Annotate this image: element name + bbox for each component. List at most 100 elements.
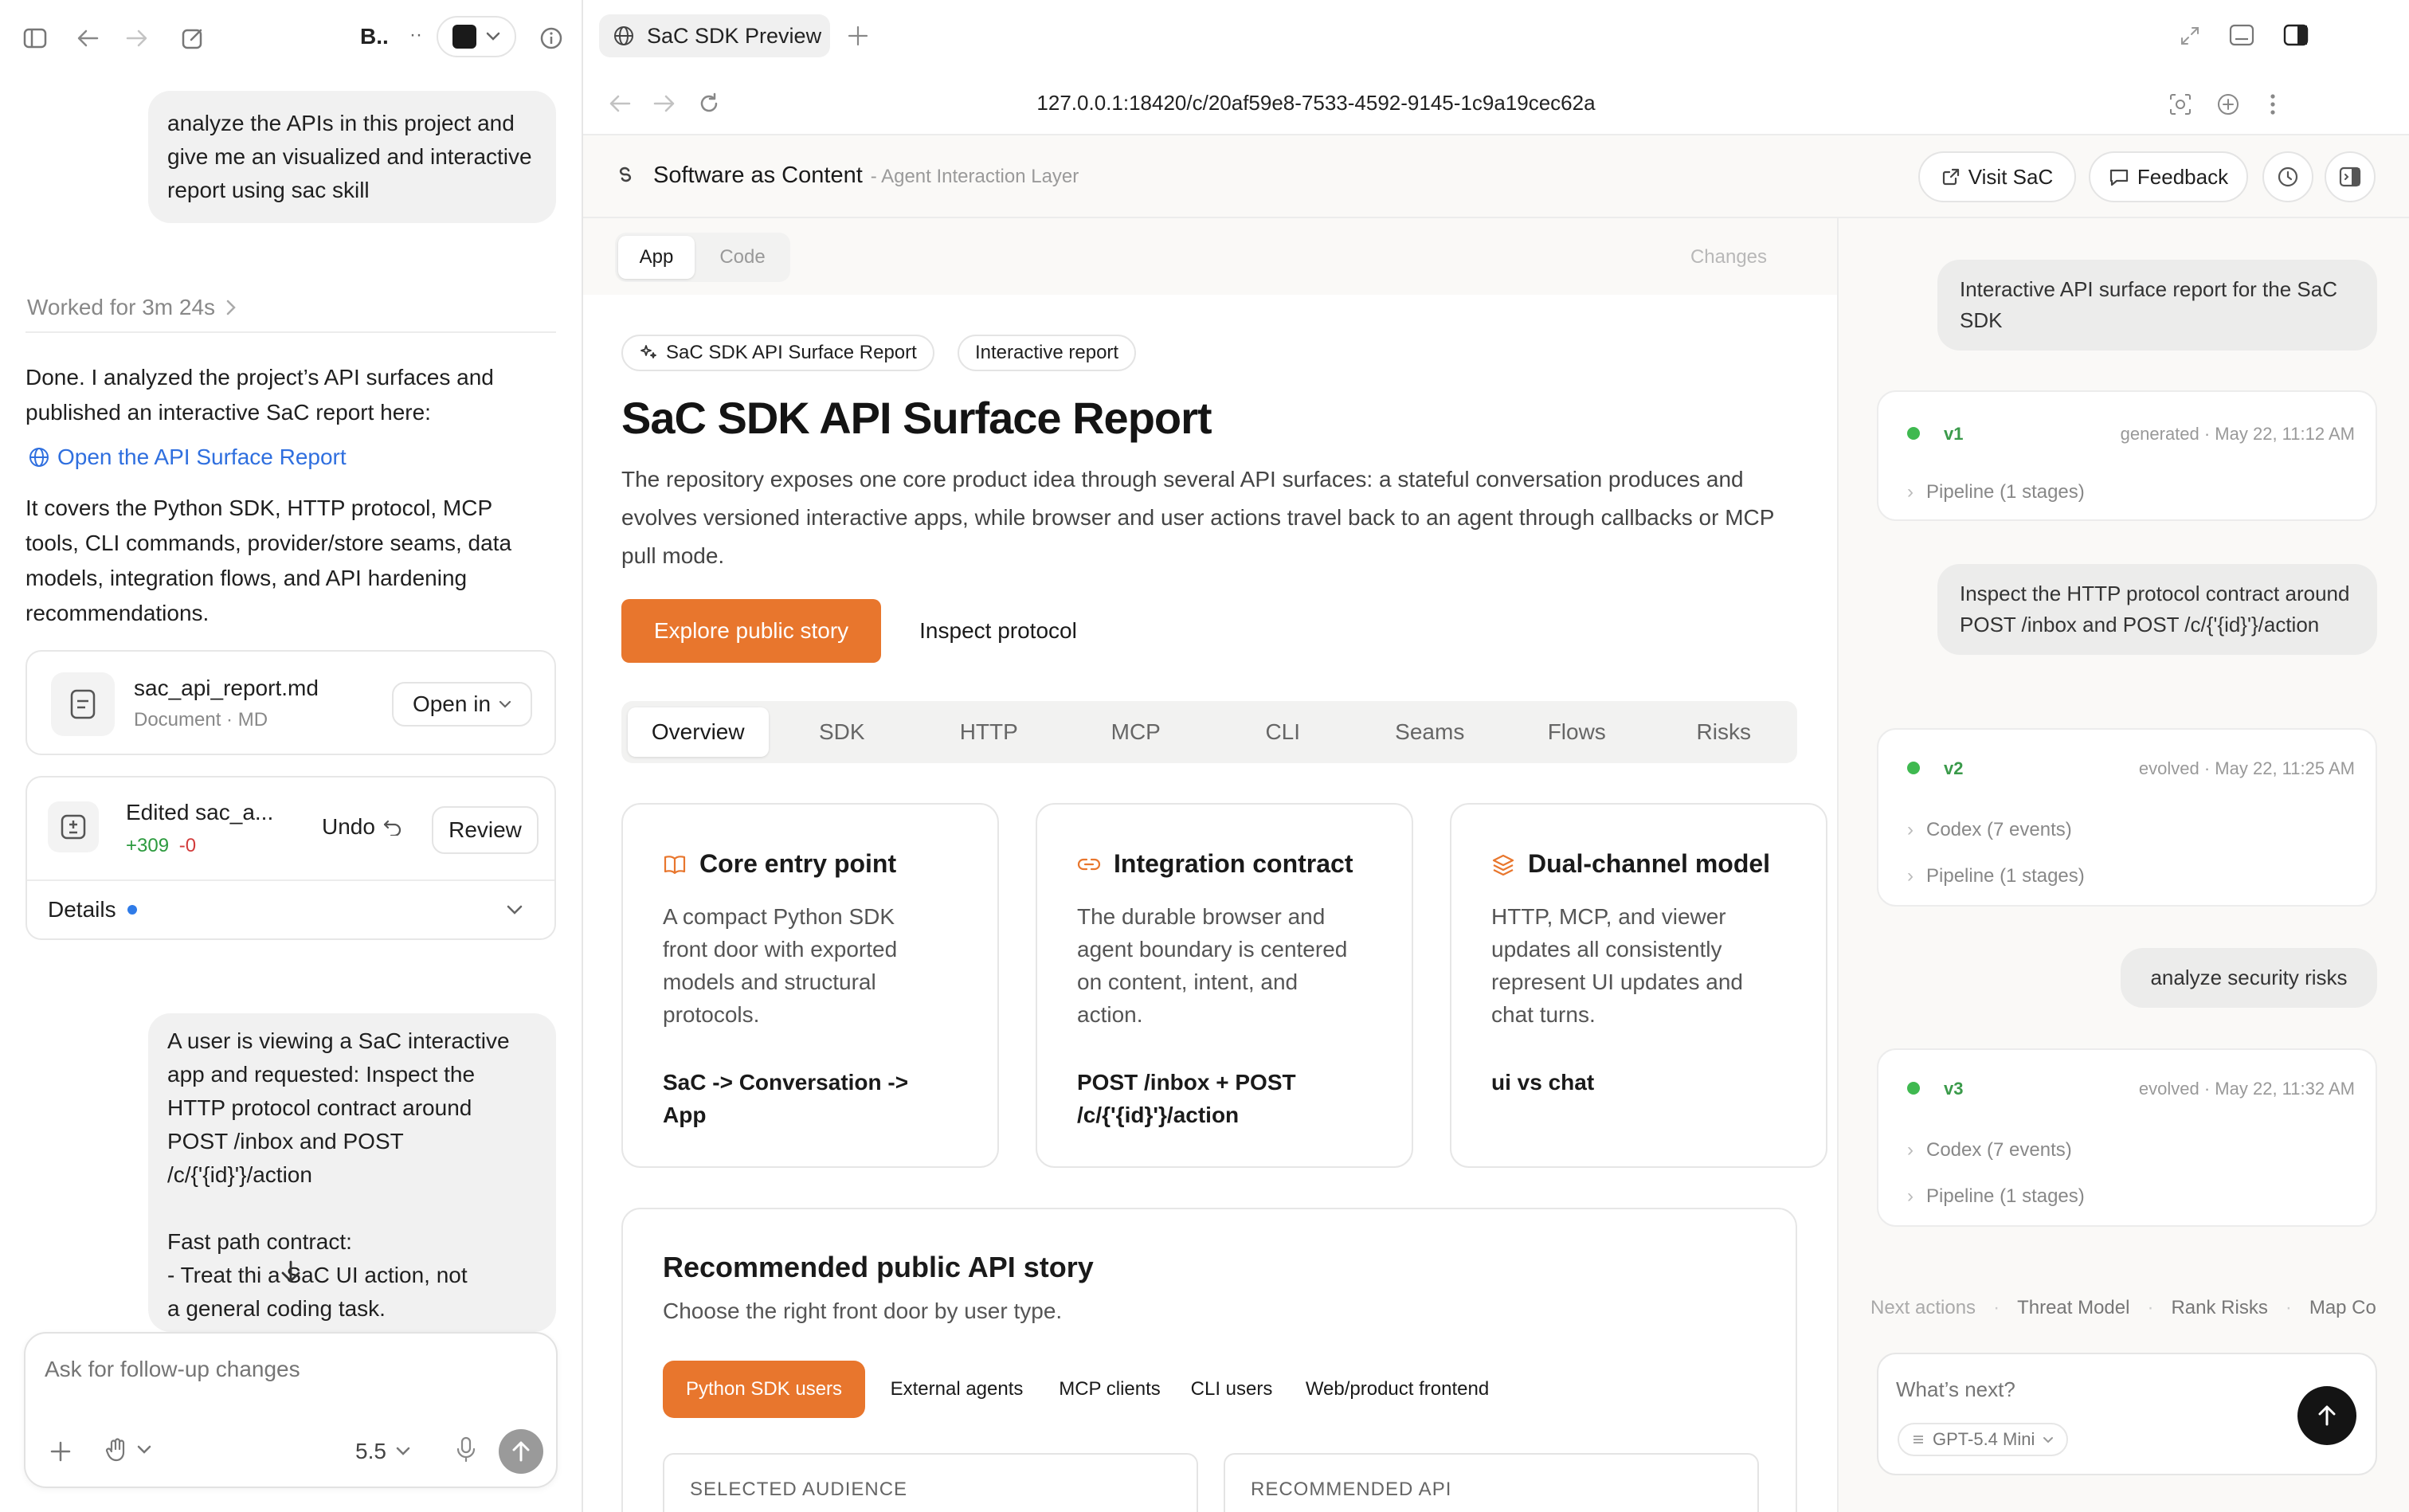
audience-option[interactable]: CLI users (1181, 1361, 1283, 1418)
selected-audience-box: SELECTED AUDIENCE (663, 1453, 1198, 1512)
screenshot-icon[interactable] (2168, 92, 2192, 116)
composer-input[interactable] (45, 1349, 523, 1389)
section-tab-flows[interactable]: Flows (1503, 707, 1651, 757)
audience-option[interactable]: External agents (875, 1361, 1039, 1418)
feature-card-header: Dual-channel model (1491, 849, 1770, 879)
panel-bottom-icon[interactable] (2229, 24, 2254, 46)
version-row[interactable]: › Codex (7 events) (1907, 819, 2072, 841)
section-tab-sdk[interactable]: SDK (769, 707, 916, 757)
section-tab-cli[interactable]: CLI (1209, 707, 1357, 757)
tab-app[interactable]: App (618, 236, 695, 279)
model-selector[interactable]: 5.5 (355, 1439, 410, 1464)
plus-icon[interactable] (49, 1440, 72, 1463)
section-tab-overview[interactable]: Overview (628, 707, 769, 757)
back-arrow-icon[interactable] (72, 22, 104, 54)
sliders-icon (1913, 1436, 1923, 1443)
next-action-rank-risks[interactable]: Rank Risks (2171, 1297, 2267, 1319)
section-tab-http[interactable]: HTTP (915, 707, 1063, 757)
sidebar-send-button[interactable] (2297, 1386, 2356, 1445)
next-actions: Next actions · Threat Model · Rank Risks… (1870, 1297, 2376, 1319)
file-card[interactable]: sac_api_report.md Document · MD Open in (25, 650, 556, 755)
info-icon[interactable] (535, 22, 567, 54)
section-tab-risks[interactable]: Risks (1651, 707, 1798, 757)
version-row-label: Pipeline (1 stages) (1926, 1185, 2085, 1207)
new-chat-icon[interactable] (175, 21, 210, 56)
microphone-icon[interactable] (456, 1436, 476, 1464)
book-open-icon (663, 854, 687, 875)
sidebar-composer-input[interactable] (1896, 1372, 2278, 1407)
panel-right-icon[interactable] (2283, 24, 2309, 46)
feature-card-header: Core entry point (663, 849, 896, 879)
version-card-v2[interactable]: v2 evolved · May 22, 11:25 AM › Codex (7 … (1877, 728, 2377, 907)
undo-button[interactable]: Undo (322, 814, 402, 840)
forward-arrow-icon[interactable] (653, 94, 676, 113)
chat-panel: B.. ·· analyze the APIs in this project … (0, 0, 583, 1512)
open-in-button[interactable]: Open in (392, 682, 532, 727)
section-tab-mcp[interactable]: MCP (1063, 707, 1210, 757)
url-field[interactable]: 127.0.0.1:18420/c/20af59e8-7533-4592-914… (918, 91, 1714, 116)
version-row[interactable]: › Pipeline (1 stages) (1907, 865, 2085, 887)
feature-card-title: Dual-channel model (1528, 849, 1771, 878)
report-link[interactable]: Open the API Surface Report (29, 445, 347, 470)
version-row[interactable]: › Pipeline (1 stages) (1907, 1185, 2085, 1208)
app-title-group: Software as Content - Agent Interaction … (653, 163, 1079, 189)
scroll-down-icon[interactable] (271, 1252, 311, 1292)
changes-button[interactable]: Changes (1682, 233, 1775, 282)
feedback-button[interactable]: Feedback (2089, 151, 2248, 202)
message-line: HTTP protocol contract around (167, 1095, 472, 1120)
forward-arrow-icon[interactable] (121, 22, 153, 54)
reload-icon[interactable] (698, 92, 720, 115)
visit-sac-button[interactable]: Visit SaC (1918, 151, 2076, 202)
permission-toggle[interactable] (105, 1437, 151, 1463)
story-subtitle: Choose the right front door by user type… (663, 1299, 1063, 1323)
tab-sac-sdk-preview[interactable]: SaC SDK Preview (599, 14, 830, 57)
feature-card: Core entry point A compact Python SDK fron… (621, 803, 999, 1168)
tab-code[interactable]: Code (701, 236, 784, 279)
project-title[interactable]: B.. (360, 24, 389, 49)
section-tab-seams[interactable]: Seams (1357, 707, 1504, 757)
version-card-v3[interactable]: v3 evolved · May 22, 11:32 AM › Codex (7 … (1877, 1048, 2377, 1227)
send-button[interactable] (499, 1429, 543, 1474)
version-row[interactable]: › Pipeline (1 stages) (1907, 481, 2085, 503)
version-tag: v1 (1944, 424, 1964, 444)
sac-logo-icon (619, 166, 632, 182)
explore-public-story-button[interactable]: Explore public story (621, 599, 881, 663)
message-line: - Treat thi a SaC UI action, not (167, 1263, 468, 1287)
audience-option[interactable]: Web/product frontend (1289, 1361, 1506, 1418)
expand-icon[interactable] (2180, 25, 2200, 46)
app-subtitle: - Agent Interaction Layer (870, 166, 1079, 187)
feature-card-code-line: /c/{'{id}'}/action (1077, 1103, 1240, 1127)
message-line: POST /inbox and POST (167, 1129, 404, 1154)
version-row-label: Codex (7 events) (1926, 819, 2072, 840)
inspect-protocol-button[interactable]: Inspect protocol (899, 599, 1098, 663)
history-button[interactable] (2262, 151, 2313, 202)
feature-card-line: protocols. (663, 1002, 760, 1027)
model-label: 5.5 (355, 1439, 386, 1463)
next-action-map[interactable]: Map Co (2309, 1297, 2376, 1319)
feature-card-code: SaC -> Conversation -> App (663, 1066, 981, 1131)
app-switcher[interactable] (437, 16, 516, 57)
add-chat-icon[interactable] (2216, 92, 2240, 116)
more-menu-icon[interactable] (2269, 92, 2277, 116)
sidebar-toggle-icon[interactable] (19, 22, 51, 54)
new-tab-icon[interactable] (848, 25, 868, 46)
version-card-v1[interactable]: v1 generated · May 22, 11:12 AM › Pipelin… (1877, 390, 2377, 521)
next-action-threat-model[interactable]: Threat Model (2017, 1297, 2129, 1319)
version-row[interactable]: › Codex (7 events) (1907, 1139, 2072, 1161)
feature-card: Dual-channel model HTTP, MCP, and viewer u… (1450, 803, 1827, 1168)
back-arrow-icon[interactable] (609, 94, 631, 113)
chevron-down-icon[interactable] (507, 905, 523, 915)
sidebar-model-selector[interactable]: GPT-5.4 Mini (1898, 1423, 2069, 1456)
details-toggle[interactable]: Details (48, 897, 137, 922)
audience-option[interactable]: Python SDK users (663, 1361, 865, 1418)
sidebar-user-message: Inspect the HTTP protocol contract aroun… (1937, 564, 2377, 655)
review-button[interactable]: Review (432, 806, 539, 854)
toggle-sidebar-button[interactable] (2325, 151, 2376, 202)
audience-option[interactable]: MCP clients (1045, 1361, 1174, 1418)
sidebar-composer: GPT-5.4 Mini (1877, 1353, 2377, 1475)
feature-card-body: HTTP, MCP, and viewer updates all consist… (1491, 900, 1810, 1031)
sidebar-user-message: analyze security risks (2121, 948, 2377, 1008)
worked-for-toggle[interactable]: Worked for 3m 24s (27, 295, 236, 320)
feature-card-line: represent UI updates and (1491, 969, 1743, 994)
diff-icon (48, 801, 99, 852)
